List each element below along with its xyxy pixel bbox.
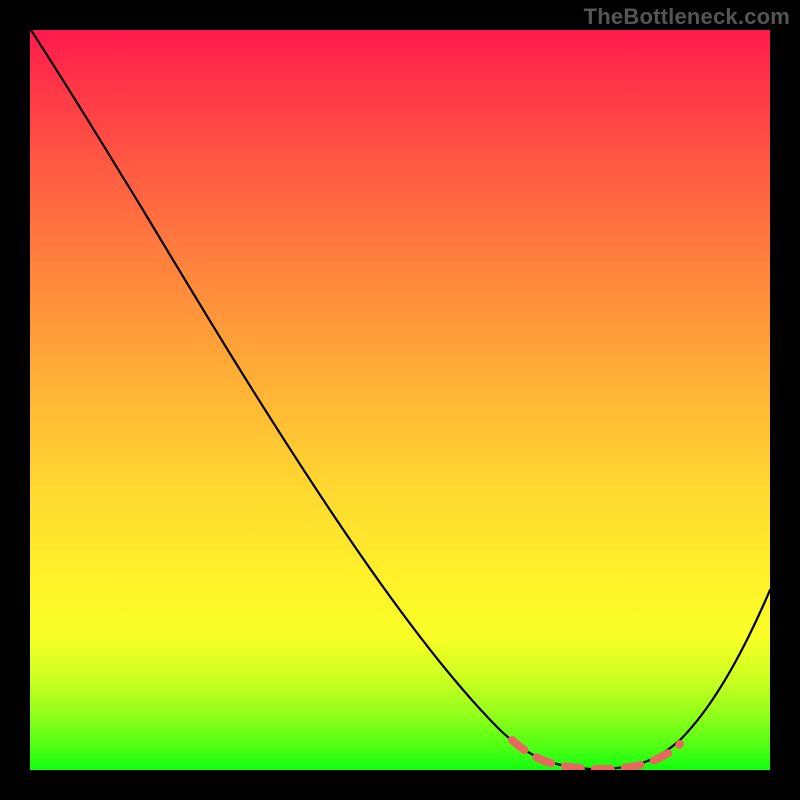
optimal-range-curve [512, 740, 680, 769]
chart-frame: TheBottleneck.com [0, 0, 800, 800]
bottleneck-curve [31, 30, 770, 769]
plot-area [30, 30, 770, 770]
curve-layer [30, 30, 770, 770]
watermark-text: TheBottleneck.com [584, 4, 790, 30]
